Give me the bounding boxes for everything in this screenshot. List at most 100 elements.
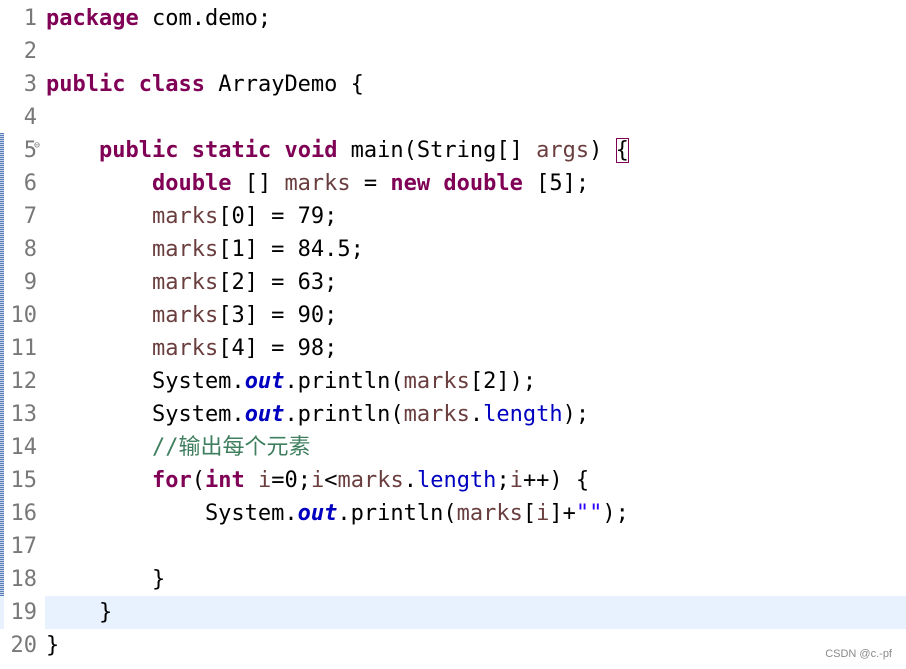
code-line[interactable]: 20}	[0, 629, 906, 662]
line-number: 13	[10, 402, 38, 427]
code-text[interactable]: marks[2] = 63;	[46, 266, 337, 299]
code-text[interactable]: //输出每个元素	[46, 431, 311, 464]
code-token: marks	[151, 303, 219, 328]
code-text[interactable]: package com.demo;	[46, 2, 271, 35]
code-line[interactable]: 16 System.out.println(marks[i]+"");	[0, 497, 906, 530]
code-token: for	[151, 468, 192, 493]
code-token: ArrayDemo {	[204, 72, 364, 97]
line-number-gutter: 12	[4, 365, 45, 398]
code-text[interactable]: }	[46, 596, 112, 629]
code-text[interactable]: System.out.println(marks[2]);	[46, 365, 536, 398]
code-line[interactable]: 5 ⊖ public static void main(String[] args…	[0, 134, 906, 167]
code-line[interactable]: 15 for(int i=0;i<marks.length;i++) {	[0, 464, 906, 497]
line-number-gutter: 15	[4, 464, 45, 497]
code-text[interactable]: marks[0] = 79;	[46, 200, 337, 233]
code-text[interactable]: }	[46, 563, 165, 596]
code-line[interactable]: 18 }	[0, 563, 906, 596]
line-number: 9	[23, 270, 37, 295]
code-line[interactable]: 19 }	[0, 596, 906, 629]
code-token: marks	[151, 336, 219, 361]
code-token: [3] = 90;	[218, 303, 338, 328]
line-number-gutter: 19	[4, 596, 45, 629]
code-text[interactable]: marks[1] = 84.5;	[46, 233, 364, 266]
code-line[interactable]: 1 package com.demo;	[0, 2, 906, 35]
line-number-gutter: 17	[4, 530, 45, 563]
code-text[interactable]: System.out.println(marks[i]+"");	[46, 497, 629, 530]
line-number: 6	[23, 171, 37, 196]
line-number: 18	[10, 567, 38, 592]
code-text[interactable]: public class ArrayDemo {	[46, 68, 364, 101]
code-token: com.demo;	[138, 6, 272, 31]
code-token: (	[191, 468, 205, 493]
line-number-gutter: 3	[4, 68, 45, 101]
code-token: args	[536, 138, 590, 163]
line-number-gutter: 2	[4, 35, 45, 68]
line-number-gutter: 4	[4, 101, 45, 134]
code-line[interactable]: 11 marks[4] = 98;	[0, 332, 906, 365]
line-number: 2	[23, 39, 37, 64]
code-token: ++) {	[522, 468, 590, 493]
code-editor[interactable]: 1 package com.demo; 2 3 public class ArrayDe…	[0, 0, 906, 669]
code-line[interactable]: 4	[0, 101, 906, 134]
line-number: 3	[23, 72, 37, 97]
code-line[interactable]: 3 public class ArrayDemo {	[0, 68, 906, 101]
code-token: class	[138, 72, 205, 97]
code-text[interactable]: double [] marks = new double [5];	[46, 167, 589, 200]
line-number-gutter: 7	[4, 200, 45, 233]
code-token: System.	[46, 402, 245, 427]
code-token: length	[483, 402, 563, 427]
code-text[interactable]: public static void main(String[] args) {	[46, 134, 629, 167]
code-token: double	[443, 171, 523, 196]
line-number-gutter: 20	[4, 629, 45, 662]
code-text[interactable]: System.out.println(marks.length);	[46, 398, 589, 431]
code-text[interactable]: marks[3] = 90;	[46, 299, 337, 332]
code-token: <	[324, 468, 338, 493]
fold-collapse-icon[interactable]: ⊖	[34, 141, 40, 151]
line-number: 20	[10, 633, 38, 658]
line-number: 14	[10, 435, 38, 460]
code-token: [1] = 84.5;	[218, 237, 364, 262]
code-line[interactable]: 7 marks[0] = 79;	[0, 200, 906, 233]
watermark: CSDN @c.-pf	[825, 648, 892, 660]
code-text[interactable]: marks[4] = 98;	[46, 332, 337, 365]
code-token: package	[46, 6, 139, 31]
code-token: i	[509, 468, 523, 493]
code-line[interactable]: 14 //输出每个元素	[0, 431, 906, 464]
code-line[interactable]: 6 double [] marks = new double [5];	[0, 167, 906, 200]
code-token: [	[522, 501, 537, 526]
code-line[interactable]: 8 marks[1] = 84.5;	[0, 233, 906, 266]
code-line[interactable]: 9 marks[2] = 63;	[0, 266, 906, 299]
code-line[interactable]: 13 System.out.println(marks.length);	[0, 398, 906, 431]
code-token: }	[46, 567, 166, 592]
code-token: static	[191, 138, 272, 163]
code-text[interactable]: }	[46, 629, 59, 662]
code-token: .	[403, 468, 417, 493]
line-number-gutter: 10	[4, 299, 45, 332]
code-token: [5];	[522, 171, 590, 196]
code-token: [2] = 63;	[218, 270, 338, 295]
code-token: marks	[456, 501, 523, 526]
code-line[interactable]: 17	[0, 530, 906, 563]
code-token: i	[257, 468, 272, 493]
code-text[interactable]: for(int i=0;i<marks.length;i++) {	[46, 464, 589, 497]
code-line[interactable]: 2	[0, 35, 906, 68]
code-line[interactable]: 12 System.out.println(marks[2]);	[0, 365, 906, 398]
code-token: marks	[337, 468, 404, 493]
line-number: 4	[23, 105, 37, 130]
code-token: out	[244, 402, 285, 427]
code-token: }	[46, 600, 113, 625]
line-number-gutter: 8	[4, 233, 45, 266]
code-token: );	[602, 501, 629, 526]
line-number-gutter: 14	[4, 431, 45, 464]
code-token: =0;	[271, 468, 311, 493]
code-line[interactable]: 10 marks[3] = 90;	[0, 299, 906, 332]
code-token: public	[98, 138, 179, 163]
